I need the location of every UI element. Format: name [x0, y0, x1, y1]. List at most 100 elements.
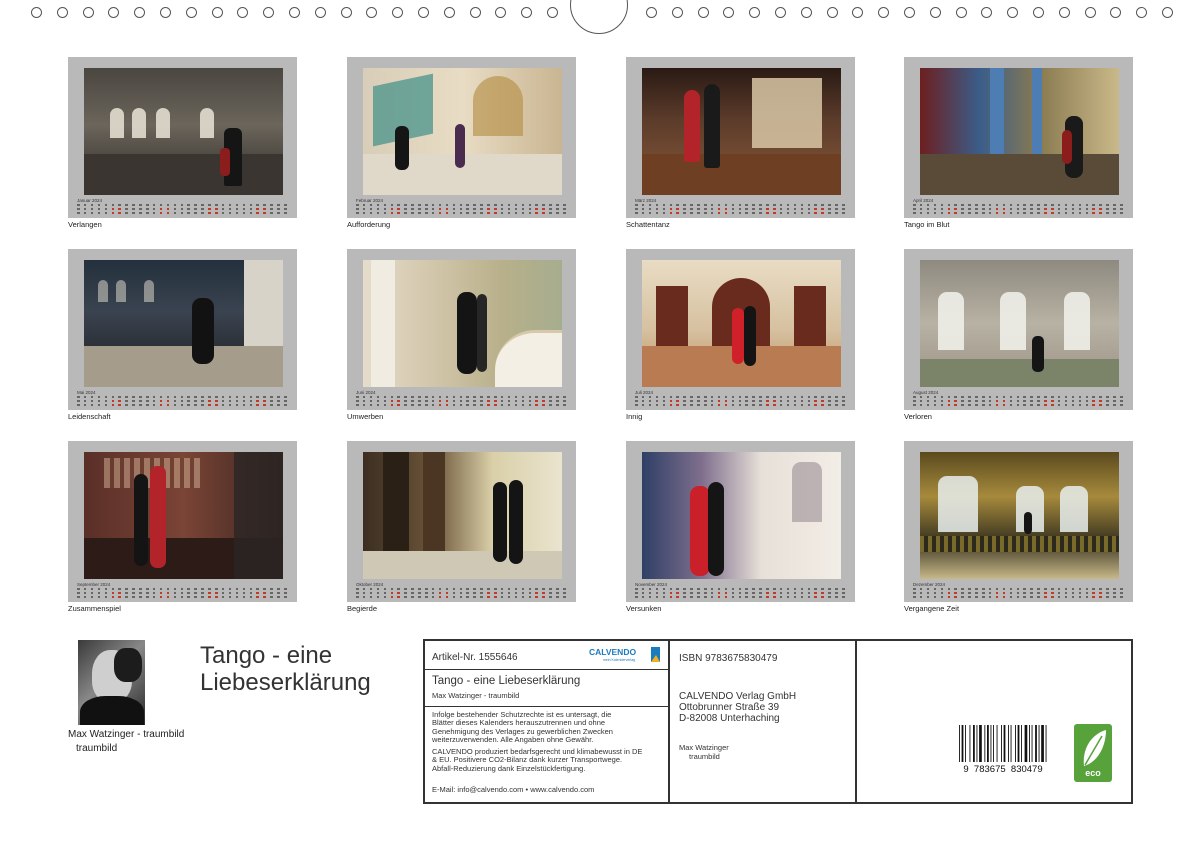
binding-ring	[904, 7, 915, 18]
month-photo-nov	[642, 452, 841, 579]
month-label-may: Mai 2024	[77, 390, 96, 395]
barcode-bar	[965, 725, 966, 762]
month-label-jan: Januar 2024	[77, 198, 103, 203]
month-title-feb: Aufforderung	[347, 220, 391, 229]
barcode-bar	[1035, 725, 1037, 762]
month-title-mar: Schattentanz	[626, 220, 670, 229]
binding-ring	[1033, 7, 1044, 18]
binding-ring	[418, 7, 429, 18]
binding-ring	[800, 7, 812, 18]
binding-ring	[185, 7, 197, 18]
month-photo-jul	[642, 260, 841, 387]
day-grid-aug	[913, 396, 1127, 408]
binding-ring	[160, 7, 171, 18]
hanger-hole	[570, 0, 628, 34]
binding-ring	[671, 7, 683, 18]
barcode-bar	[1010, 725, 1012, 762]
binding-ring	[878, 7, 890, 18]
barcode-bar	[979, 725, 982, 762]
month-tile-may: Mai 2024	[68, 249, 297, 410]
publisher-author: Max Watzinger	[679, 743, 729, 752]
month-title-apr: Tango im Blut	[904, 220, 950, 229]
author-name: Max Watzinger - traumbild	[68, 729, 185, 740]
product-title: Tango - eine Liebeserklärung	[432, 675, 581, 687]
barcode-bar	[993, 725, 994, 762]
binding-ring	[1007, 7, 1019, 18]
month-label-jun: Juni 2024	[356, 390, 376, 395]
calendar-title-line1: Tango - eine	[200, 642, 333, 669]
binding-ring	[723, 7, 735, 18]
barcode-bar	[969, 725, 971, 762]
binding-ring	[469, 7, 481, 18]
month-title-jul: Innig	[626, 412, 643, 421]
publisher-address: CALVENDO Verlag GmbH Ottobrunner Straße …	[679, 691, 797, 724]
month-photo-aug	[920, 260, 1119, 387]
month-title-jun: Umwerben	[347, 412, 384, 421]
barcode-bar	[973, 725, 975, 762]
month-label-oct: Oktober 2024	[356, 582, 384, 587]
barcode-bar	[1017, 725, 1020, 762]
calendar-title: Tango - eine Liebeserklärung	[200, 642, 371, 696]
day-grid-mar	[635, 204, 849, 216]
month-tile-feb: Februar 2024	[347, 57, 576, 218]
binding-ring	[237, 7, 249, 18]
month-label-sep: September 2024	[77, 582, 111, 587]
month-title-nov: Versunken	[626, 604, 662, 613]
binding-ring	[826, 7, 838, 18]
binding-ring	[495, 7, 507, 18]
binding-ring	[211, 7, 223, 18]
isbn: ISBN 9783675830479	[679, 653, 778, 664]
binding-ring	[749, 7, 761, 18]
month-tile-apr: April 2024	[904, 57, 1133, 218]
month-photo-may	[84, 260, 283, 387]
day-grid-oct	[356, 588, 570, 600]
binding-ring	[263, 7, 275, 18]
day-grid-sep	[77, 588, 291, 600]
binding-ring	[340, 7, 352, 18]
barcode-bar	[1038, 725, 1040, 762]
barcode-bar	[987, 725, 989, 762]
author-sub: traumbild	[76, 743, 118, 754]
barcode-bar	[990, 725, 992, 762]
binding-ring	[56, 7, 68, 18]
month-label-jul: Juli 2024	[635, 390, 654, 395]
month-tile-jul: Juli 2024	[626, 249, 855, 410]
day-grid-jan	[77, 204, 291, 216]
barcode-bar	[1029, 725, 1030, 762]
month-photo-jun	[363, 260, 562, 387]
binding-ring	[108, 7, 120, 18]
barcode-bar	[976, 725, 978, 762]
month-label-feb: Februar 2024	[356, 198, 384, 203]
barcode-bar	[1015, 725, 1016, 762]
contact-line: E-Mail: info@calvendo.com • www.calvendo…	[432, 785, 595, 794]
binding-ring	[646, 7, 657, 18]
month-photo-feb	[363, 68, 562, 195]
month-tile-sep: September 2024	[68, 441, 297, 602]
month-tile-nov: November 2024	[626, 441, 855, 602]
month-tile-jan: Januar 2024	[68, 57, 297, 218]
binding-ring	[1110, 7, 1122, 18]
day-grid-may	[77, 396, 291, 408]
barcode-bar	[1045, 725, 1047, 762]
day-grid-jun	[356, 396, 570, 408]
author-portrait	[78, 640, 145, 725]
binding-ring	[547, 7, 558, 18]
product-author: Max Watzinger - traumbild	[432, 691, 520, 700]
spiral-binding	[0, 0, 1200, 34]
svg-text:CALVENDO: CALVENDO	[589, 647, 636, 657]
barcode-bar	[1001, 725, 1002, 762]
day-grid-feb	[356, 204, 570, 216]
day-grid-dec	[913, 588, 1127, 600]
month-photo-oct	[363, 452, 562, 579]
binding-ring	[697, 7, 709, 18]
barcode-bar	[1024, 725, 1028, 762]
barcode-bar	[961, 725, 964, 762]
binding-ring	[1084, 7, 1096, 18]
binding-ring	[392, 7, 404, 18]
binding-ring	[31, 7, 42, 18]
calvendo-logo: CALVENDO mein Kalenderverlag	[589, 647, 660, 662]
month-tile-jun: Juni 2024	[347, 249, 576, 410]
month-title-aug: Verloren	[904, 412, 932, 421]
sustainability-notice: CALVENDO produziert bedarfsgerecht und k…	[432, 747, 643, 773]
barcode-bar	[1031, 725, 1033, 762]
